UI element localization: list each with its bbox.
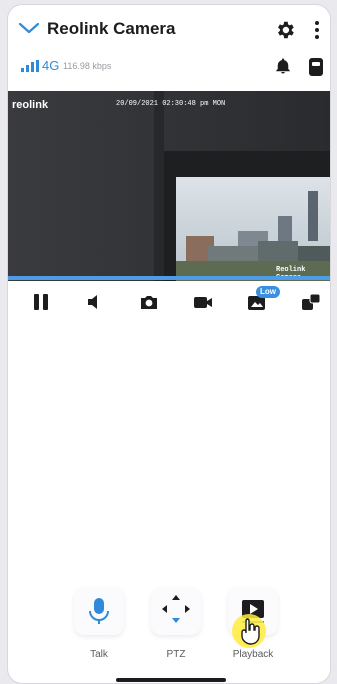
network-type: 4G — [42, 58, 60, 73]
home-indicator — [116, 678, 226, 682]
buffer-progress-fill — [8, 276, 330, 280]
pause-icon[interactable] — [29, 290, 53, 314]
talk-label: Talk — [90, 649, 108, 660]
ptz-tile[interactable] — [151, 587, 201, 635]
speaker-icon[interactable] — [83, 290, 107, 314]
live-video-view[interactable]: reolink 20/09/2021 02:30:48 pm MON Reoli… — [8, 91, 330, 281]
ptz-label: PTZ — [166, 649, 186, 660]
app-window: Reolink Camera 4G 116.98 kbps reolink 20… — [8, 5, 330, 683]
bell-icon[interactable] — [274, 57, 292, 75]
snapshot-icon[interactable] — [137, 290, 161, 314]
microphone-icon — [89, 598, 109, 624]
signal-strength-icon — [21, 60, 39, 72]
talk-button[interactable]: Talk — [74, 587, 124, 660]
buffer-progress-bar — [8, 276, 330, 280]
video-timestamp: 20/09/2021 02:30:48 pm MON — [116, 100, 226, 108]
status-bar: 4G 116.98 kbps — [8, 55, 330, 79]
ptz-arrows-icon — [162, 595, 190, 623]
record-icon[interactable] — [191, 290, 215, 314]
video-frame — [8, 91, 330, 281]
gear-icon[interactable] — [274, 19, 296, 41]
bitrate-readout: 116.98 kbps — [63, 61, 112, 71]
camera-device-icon[interactable] — [308, 57, 324, 77]
hand-cursor-icon — [241, 618, 260, 645]
chevron-down-icon[interactable] — [18, 21, 40, 35]
header: Reolink Camera — [8, 5, 330, 53]
playback-label: Playback — [232, 649, 274, 660]
video-toolbar — [8, 287, 330, 317]
page-title: Reolink Camera — [47, 19, 176, 38]
ptz-button[interactable]: PTZ — [151, 587, 201, 660]
brand-logo: reolink — [12, 99, 49, 111]
talk-tile[interactable] — [74, 587, 124, 635]
quality-badge: Low — [256, 286, 280, 298]
display-mode-icon[interactable] — [299, 290, 323, 314]
vertical-dots-icon[interactable] — [306, 19, 328, 41]
